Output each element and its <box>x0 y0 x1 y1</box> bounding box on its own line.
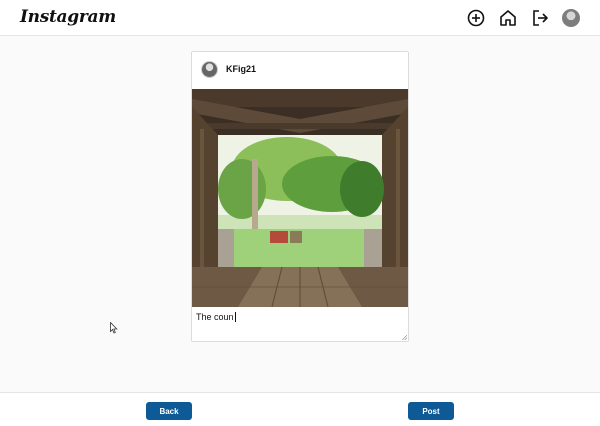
post-image <box>192 89 408 307</box>
back-button[interactable]: Back <box>146 402 192 420</box>
new-post-card: KFig21 The coun <box>191 51 409 342</box>
profile-avatar[interactable] <box>562 9 580 27</box>
instagram-logo[interactable]: Instagram <box>20 7 116 27</box>
home-icon[interactable] <box>498 8 518 28</box>
nav-icons <box>454 8 580 28</box>
text-caret <box>234 312 236 322</box>
caption-text: The coun <box>196 312 234 322</box>
mouse-pointer-icon <box>110 321 118 339</box>
logout-icon[interactable] <box>530 8 550 28</box>
top-navbar: Instagram <box>0 0 600 36</box>
add-post-icon[interactable] <box>466 8 486 28</box>
post-button[interactable]: Post <box>408 402 454 420</box>
resize-grip-icon[interactable] <box>402 335 407 340</box>
username[interactable]: KFig21 <box>226 64 256 74</box>
caption-input[interactable]: The coun <box>192 307 408 341</box>
user-avatar[interactable] <box>201 61 218 78</box>
post-header: KFig21 <box>192 52 408 88</box>
bottom-action-bar: Back Post <box>0 392 600 426</box>
